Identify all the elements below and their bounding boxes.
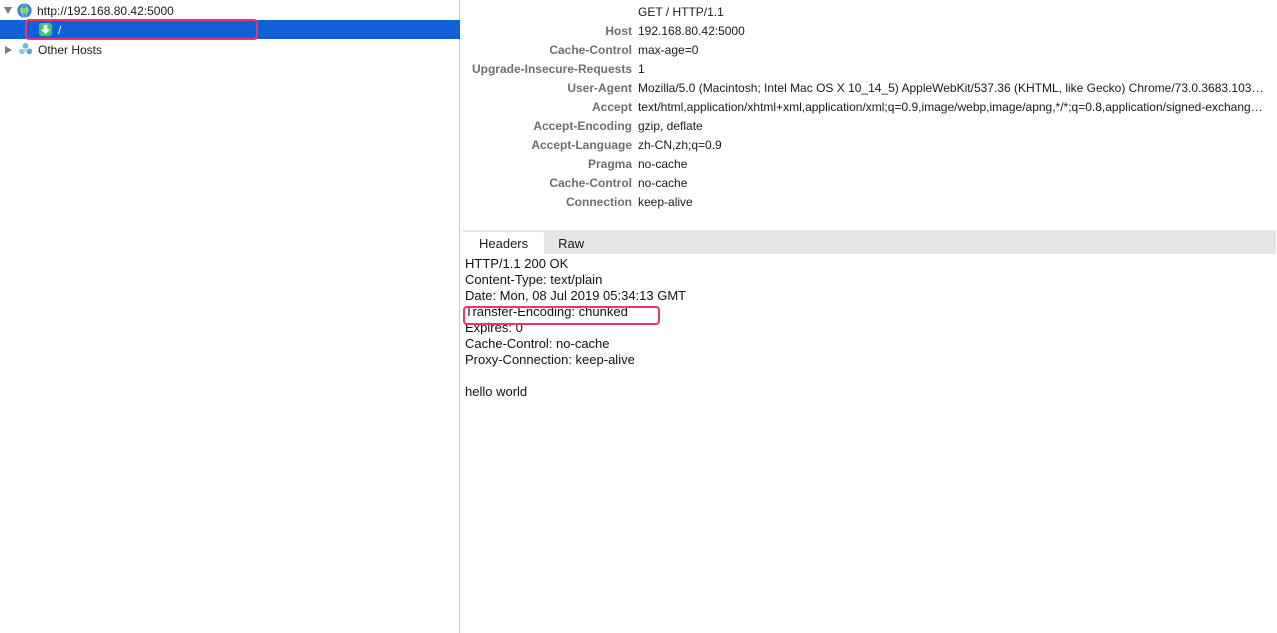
status-line: HTTP/1.1 200 OK <box>465 256 569 271</box>
header-value: Mozilla/5.0 (Macintosh; Intel Mac OS X 1… <box>638 80 1266 95</box>
header-key: Cache-Control <box>549 42 632 57</box>
response-body: hello world <box>465 384 528 399</box>
header-row-user-agent: User-Agent Mozilla/5.0 (Macintosh; Intel… <box>460 78 1276 97</box>
other-hosts-icon <box>18 42 33 55</box>
header-key: Pragma <box>587 156 632 171</box>
app-window: http://192.168.80.42:5000 / Other Hosts <box>0 0 1277 633</box>
header-key: Host <box>605 23 632 38</box>
header-value: text/html,application/xhtml+xml,applicat… <box>638 99 1266 114</box>
request-headers-table: GET / HTTP/1.1 Host 192.168.80.42:5000 C… <box>460 2 1276 211</box>
date-line: Date: Mon, 08 Jul 2019 05:34:13 GMT <box>465 288 687 303</box>
request-line-row: GET / HTTP/1.1 <box>460 2 1276 21</box>
header-row-cache-control: Cache-Control max-age=0 <box>460 40 1276 59</box>
download-arrow-icon <box>38 22 53 37</box>
header-key: Connection <box>566 194 632 209</box>
cache-control-line: Cache-Control: no-cache <box>465 336 610 351</box>
transfer-encoding-line: Transfer-Encoding: chunked <box>465 304 628 319</box>
other-hosts-label: Other Hosts <box>38 42 103 57</box>
header-value: keep-alive <box>638 194 693 209</box>
header-row-accept-encoding: Accept-Encoding gzip, deflate <box>460 116 1276 135</box>
tree-item-request[interactable]: / <box>0 20 460 39</box>
structure-tree: http://192.168.80.42:5000 / Other Hosts <box>0 0 460 633</box>
request-line-value: GET / HTTP/1.1 <box>638 4 724 19</box>
header-value: zh-CN,zh;q=0.9 <box>638 137 722 152</box>
header-row-upgrade-insecure-requests: Upgrade-Insecure-Requests 1 <box>460 59 1276 78</box>
header-value: gzip, deflate <box>638 118 703 133</box>
header-value: max-age=0 <box>638 42 699 57</box>
header-row-host: Host 192.168.80.42:5000 <box>460 21 1276 40</box>
host-label: http://192.168.80.42:5000 <box>37 3 174 18</box>
tab-headers[interactable]: Headers <box>463 232 545 254</box>
header-key: User-Agent <box>567 80 632 95</box>
proxy-connection-line: Proxy-Connection: keep-alive <box>465 352 635 367</box>
request-path-label: / <box>58 22 62 37</box>
expires-line: Expires: 0 <box>465 320 523 335</box>
header-key: Accept <box>591 99 632 114</box>
disclosure-closed-icon[interactable] <box>5 45 12 54</box>
header-value: no-cache <box>638 156 688 171</box>
detail-panel: GET / HTTP/1.1 Host 192.168.80.42:5000 C… <box>460 0 1277 633</box>
header-key: Accept-Encoding <box>533 118 632 133</box>
header-row-accept-language: Accept-Language zh-CN,zh;q=0.9 <box>460 135 1276 154</box>
body-separator <box>465 368 1275 384</box>
header-row-accept: Accept text/html,application/xhtml+xml,a… <box>460 97 1276 116</box>
header-key: Accept-Language <box>531 137 632 152</box>
header-row-cache-control-2: Cache-Control no-cache <box>460 173 1276 192</box>
response-headers-text: HTTP/1.1 200 OK Content-Type: text/plain… <box>465 256 1275 400</box>
header-value: 1 <box>638 61 645 76</box>
header-value: no-cache <box>638 175 688 190</box>
tree-item-other-hosts[interactable]: Other Hosts <box>0 40 460 59</box>
header-value: 192.168.80.42:5000 <box>638 23 745 38</box>
response-tab-bar: Headers Raw <box>463 230 1276 254</box>
tree-item-host[interactable]: http://192.168.80.42:5000 <box>0 1 460 20</box>
tab-raw[interactable]: Raw <box>544 232 598 254</box>
header-row-connection: Connection keep-alive <box>460 192 1276 211</box>
disclosure-open-icon[interactable] <box>4 7 12 14</box>
globe-icon <box>17 3 32 18</box>
header-row-pragma: Pragma no-cache <box>460 154 1276 173</box>
header-key: Cache-Control <box>549 175 632 190</box>
header-key: Upgrade-Insecure-Requests <box>471 61 632 76</box>
content-type-line: Content-Type: text/plain <box>465 272 603 287</box>
